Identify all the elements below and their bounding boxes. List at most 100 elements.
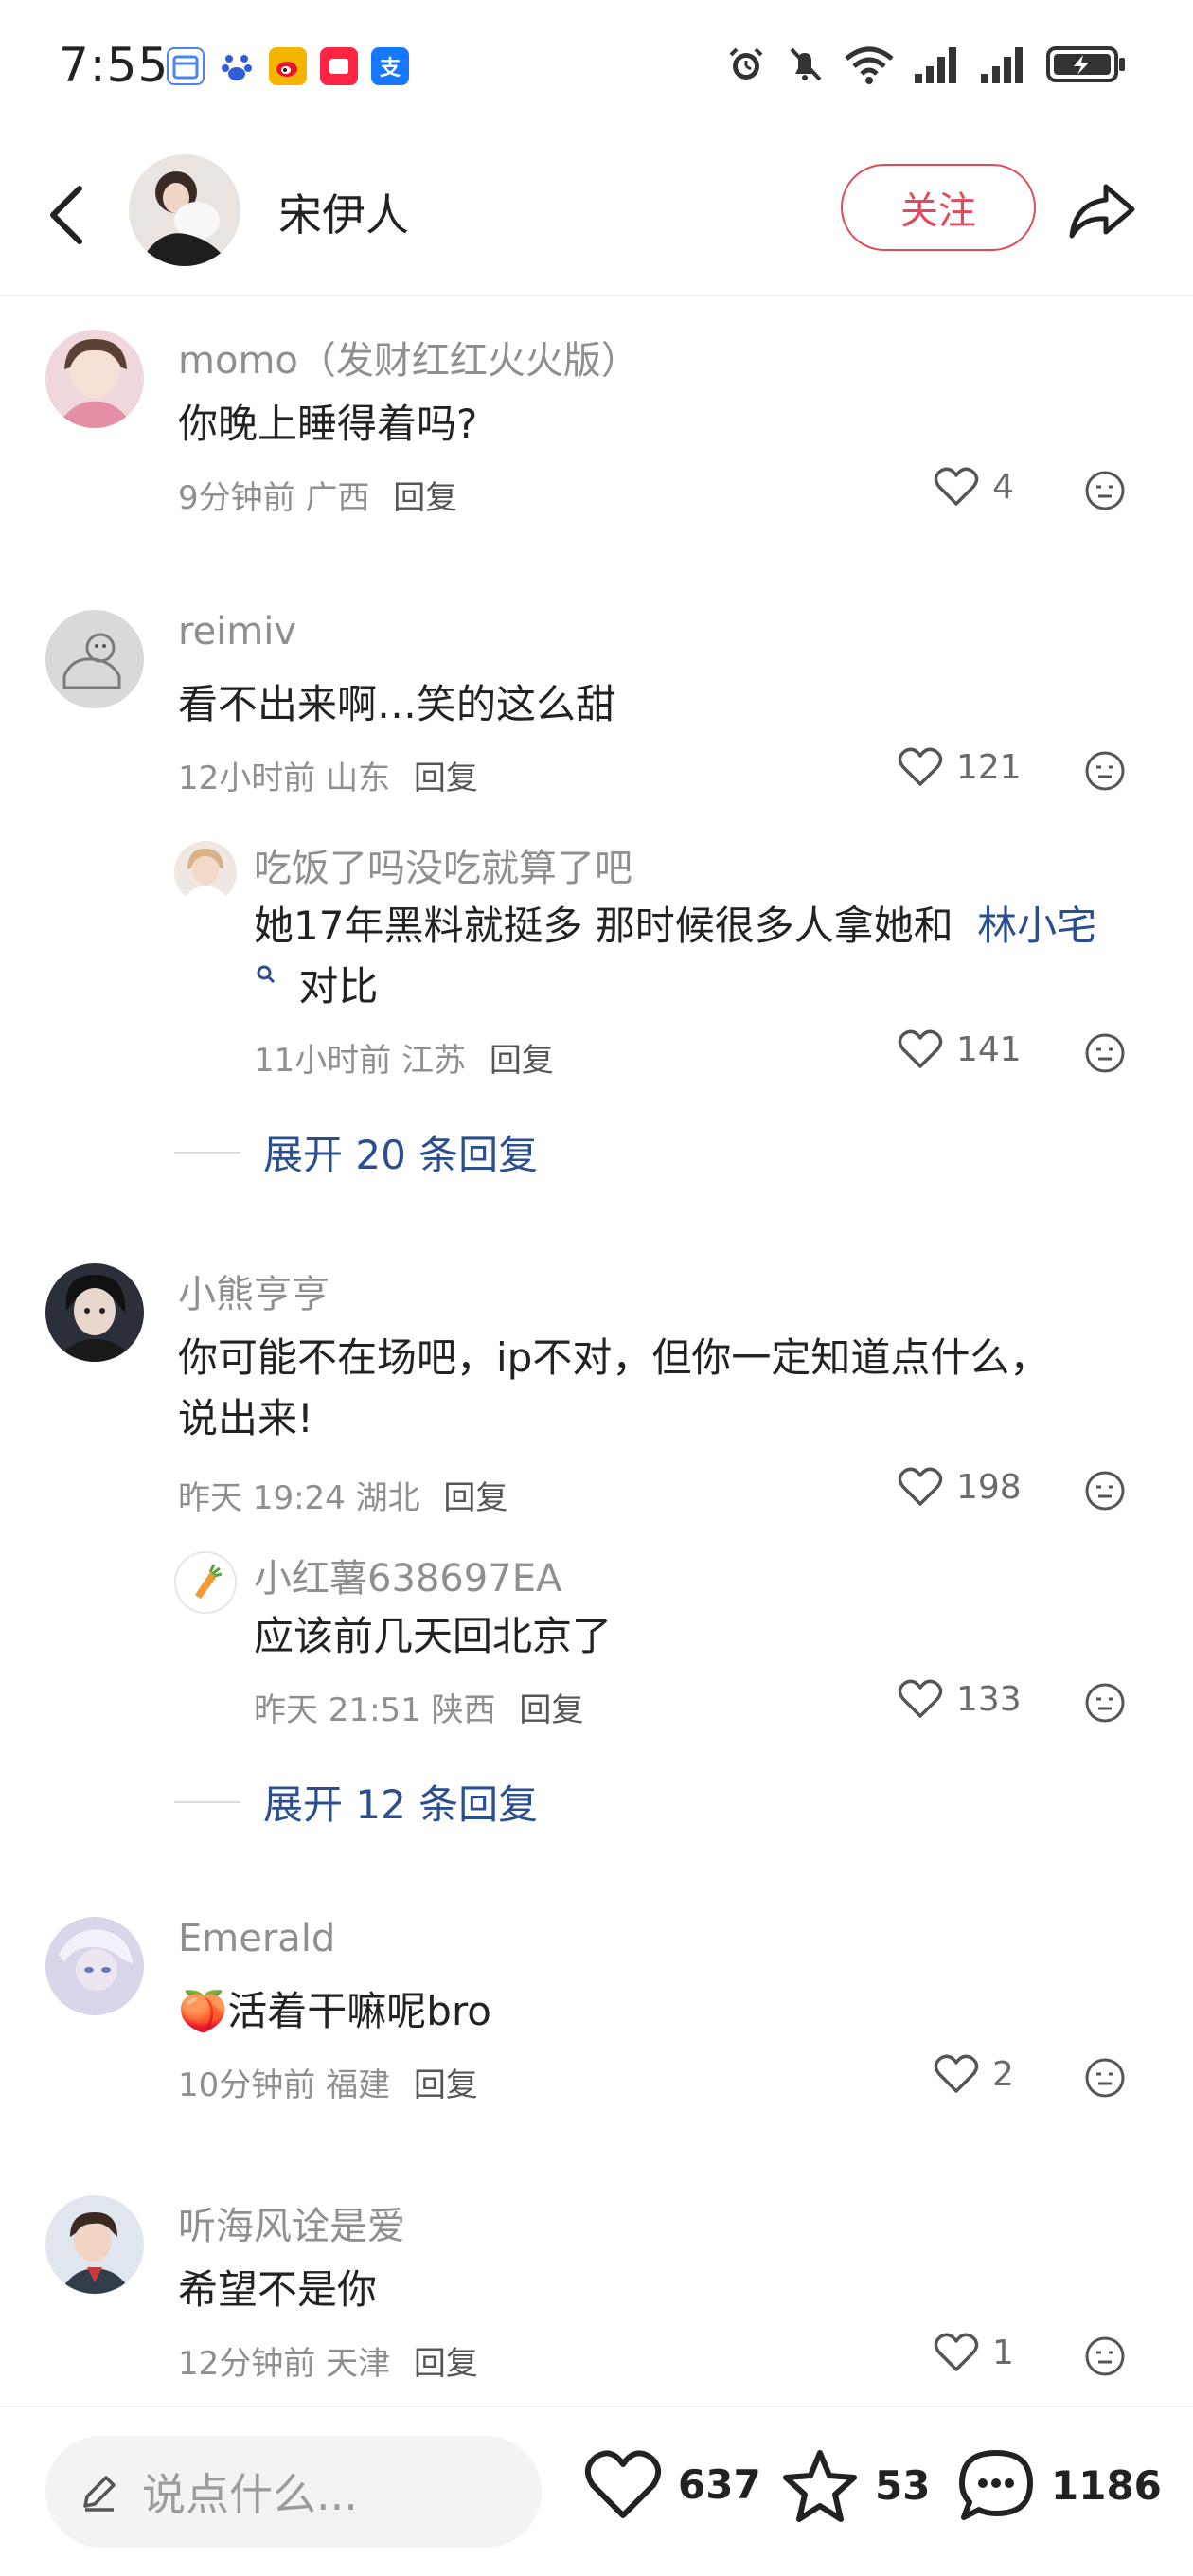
comment-location: 陕西 [431,1691,496,1729]
comment-text[interactable]: 看不出来啊…笑的这么甜 [178,674,615,735]
alipay-icon: 支 [371,47,409,85]
comment-username[interactable]: 吃饭了吗没吃就算了吧 [254,837,632,892]
avatar[interactable] [45,1263,144,1362]
comment-text[interactable]: 应该前几天回北京了 [254,1606,612,1667]
like-count: 133 [956,1679,1022,1719]
like-button[interactable]: 133 [898,1678,1022,1720]
comment-text[interactable]: 她17年黑料就挺多 那时候很多人拿她和 林小宅 [254,896,1096,957]
emoji-react-icon[interactable] [1083,2056,1127,2100]
expand-replies-label: 展开 12 条回复 [263,1781,539,1828]
post-comment-count: 1186 [1051,2461,1162,2509]
emoji-react-icon[interactable] [1083,2334,1127,2378]
status-right-icons [725,44,1127,85]
comment-text-part: 她17年黑料就挺多 那时候很多人拿她和 [254,903,953,949]
calendar-icon [167,47,205,85]
comment-text-line2[interactable]: 说出来! [178,1388,313,1449]
avatar[interactable] [45,610,144,708]
comment-username[interactable]: Emerald [178,1917,335,1960]
emoji-react-icon[interactable] [1083,1031,1127,1075]
comment-text[interactable]: 希望不是你 [178,2260,377,2320]
wifi-icon [845,46,894,84]
comment-text[interactable]: 你晚上睡得着吗? [178,394,477,455]
comment-username[interactable]: momo（发财红红火火版） [178,330,639,385]
comment-username[interactable]: 听海风诠是爱 [178,2195,405,2250]
like-count: 141 [956,1029,1022,1069]
comment-text-part: 对比 [298,963,379,1010]
comment-text[interactable]: 你可能不在场吧，ip不对，但你一定知道点什么， [178,1328,1049,1388]
comment-item: momo（发财红红火火版） 你晚上睡得着吗? 9分钟前 广西 回复 4 [0,322,1193,568]
search-icon[interactable] [254,962,278,987]
like-count: 4 [992,467,1014,507]
peach-emoji-icon: 🍑 [178,1988,228,2034]
like-button[interactable]: 2 [934,2053,1014,2095]
status-bar: 7:55 支 [0,0,1193,137]
status-app-icons: 支 [167,47,409,85]
avatar[interactable] [45,2195,144,2294]
reply-item: 小红薯638697EA 应该前几天回北京了 昨天 21:51 陕西 回复 133 [0,1547,1193,1737]
expand-replies-button[interactable]: 展开 20 条回复 [174,1123,538,1181]
like-button[interactable]: 121 [898,746,1022,788]
post-like-count: 637 [678,2460,761,2508]
emoji-react-icon[interactable] [1083,1681,1127,1725]
emoji-react-icon[interactable] [1083,469,1127,512]
heart-icon [934,2054,979,2093]
avatar[interactable] [45,330,144,428]
avatar[interactable] [174,1551,237,1614]
like-button[interactable]: 1 [934,2332,1014,2373]
comment-input-placeholder: 说点什么... [142,2469,358,2520]
like-button[interactable]: 141 [898,1029,1022,1070]
reply-button[interactable]: 回复 [414,760,478,797]
heart-icon [898,1029,943,1068]
emoji-react-icon[interactable] [1083,1469,1127,1512]
comment-location: 江苏 [401,1042,467,1080]
expand-replies-label: 展开 20 条回复 [263,1132,539,1178]
reply-button[interactable]: 回复 [490,1042,554,1080]
comment-item: Emerald 🍑活着干嘛呢bro 10分钟前 福建 回复 2 [0,1909,1193,2156]
like-post-button[interactable]: 637 [583,2447,761,2521]
author-avatar[interactable] [129,154,240,266]
comments-post-button[interactable]: 1186 [956,2447,1162,2523]
reply-button[interactable]: 回复 [519,1691,583,1729]
comment-meta: 12小时前 山东 回复 [178,752,478,798]
share-icon[interactable] [1064,173,1140,249]
comment-input[interactable]: 说点什么... [45,2436,542,2548]
comment-username[interactable]: reimiv [178,610,296,653]
comment-item: reimiv 看不出来啊…笑的这么甜 12小时前 山东 回复 121 吃饭了吗没… [0,602,1193,1208]
favorite-post-button[interactable]: 53 [780,2447,930,2523]
status-time: 7:55 [59,38,169,93]
comment-username[interactable]: 小红薯638697EA [254,1547,561,1602]
reply-button[interactable]: 回复 [414,2345,478,2383]
post-favorite-count: 53 [875,2461,931,2509]
reply-button[interactable]: 回复 [443,1479,507,1517]
comment-meta: 11小时前 江苏 回复 [254,1034,554,1081]
red-app-icon [320,47,358,85]
comment-location: 福建 [326,2066,391,2104]
comment-item: 听海风诠是爱 希望不是你 12分钟前 天津 回复 1 [0,2188,1193,2396]
comment-meta: 9分钟前 广西 回复 [178,472,457,518]
like-button[interactable]: 198 [898,1466,1022,1508]
reply-item: 吃饭了吗没吃就算了吧 她17年黑料就挺多 那时候很多人拿她和 林小宅 对比 11… [0,837,1193,1083]
back-chevron-icon[interactable] [38,177,95,253]
reply-button[interactable]: 回复 [414,2066,478,2104]
comment-meta: 12分钟前 天津 回复 [178,2337,478,2384]
comment-time: 10分钟前 [178,2066,316,2104]
reply-button[interactable]: 回复 [393,479,457,517]
expand-replies-button[interactable]: 展开 12 条回复 [174,1773,538,1831]
weibo-icon [269,47,307,85]
like-count: 121 [956,747,1022,787]
emoji-react-icon[interactable] [1083,749,1127,793]
comment-location: 山东 [326,760,391,797]
avatar[interactable] [45,1917,144,2015]
like-count: 1 [992,2333,1014,2372]
like-button[interactable]: 4 [934,466,1014,508]
follow-button[interactable]: 关注 [841,164,1036,251]
avatar[interactable] [174,841,237,903]
comment-meta: 昨天 21:51 陕西 回复 [254,1684,583,1730]
topic-link[interactable]: 林小宅 [977,903,1096,949]
bottom-action-bar: 说点什么... 637 53 1186 [0,2406,1193,2576]
author-name[interactable]: 宋伊人 [278,181,409,243]
battery-charging-icon [1046,46,1125,82]
comment-username[interactable]: 小熊亨亨 [178,1263,329,1318]
comment-meta: 10分钟前 福建 回复 [178,2059,478,2105]
comment-text[interactable]: 🍑活着干嘛呢bro [178,1981,491,2042]
